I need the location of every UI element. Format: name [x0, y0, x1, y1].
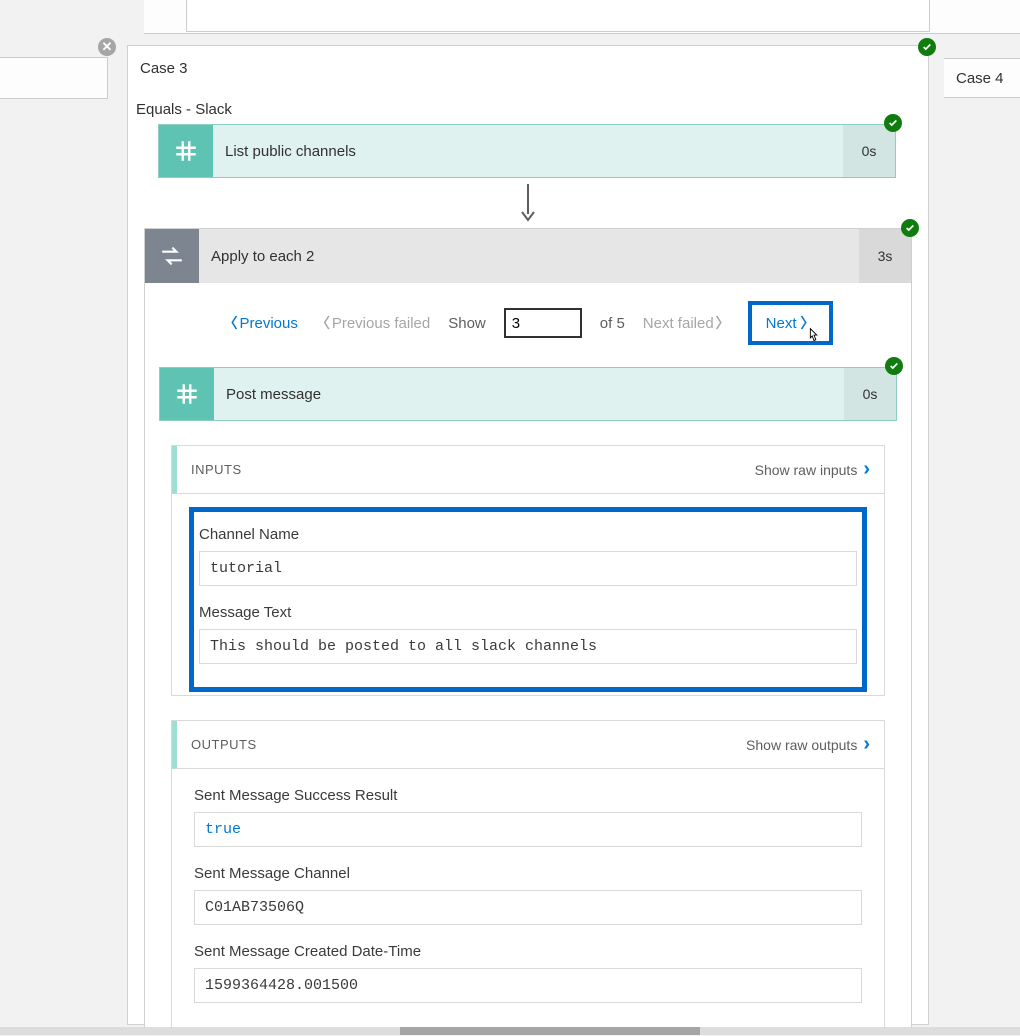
chevron-left-icon: 〈	[223, 313, 237, 333]
case-left-partial[interactable]	[0, 57, 108, 99]
created-time-value: 1599364428.001500	[194, 968, 862, 1003]
sent-channel-value: C01AB73506Q	[194, 890, 862, 925]
status-success-icon	[884, 114, 902, 132]
case-4-label: Case 4	[956, 70, 1004, 87]
inputs-highlight-box: Channel Name tutorial Message Text This …	[189, 507, 867, 692]
outputs-header: OUTPUTS Show raw outputs ›	[172, 721, 884, 769]
case-title: Case 3	[128, 46, 928, 77]
scrollbar-thumb[interactable]	[400, 1027, 700, 1035]
inputs-header: INPUTS Show raw inputs ›	[172, 446, 884, 494]
chevron-right-icon: ›	[863, 733, 870, 756]
top-strip	[144, 0, 1020, 34]
loop-icon	[145, 229, 199, 283]
success-result-label: Sent Message Success Result	[194, 787, 862, 804]
show-raw-inputs-link[interactable]: Show raw inputs ›	[755, 458, 870, 481]
apply-to-each-block: Apply to each 2 3s 〈 Previous 〈 Previous…	[144, 228, 912, 1031]
cursor-pointer-icon	[803, 325, 825, 347]
apply-to-each-header[interactable]: Apply to each 2 3s	[145, 229, 911, 283]
previous-failed-button[interactable]: 〈 Previous failed	[316, 313, 430, 333]
loop-pager: 〈 Previous 〈 Previous failed Show of 5 N…	[145, 283, 911, 367]
next-button[interactable]: Next 〉	[748, 301, 833, 345]
status-success-icon	[901, 219, 919, 237]
status-success-icon	[918, 38, 936, 56]
horizontal-scrollbar[interactable]	[0, 1027, 1020, 1035]
slack-icon	[159, 125, 213, 177]
success-result-field: Sent Message Success Result true	[194, 787, 862, 847]
chevron-left-icon: 〈	[316, 313, 330, 333]
slack-icon	[160, 368, 214, 420]
next-failed-button[interactable]: Next failed 〉	[643, 313, 730, 333]
show-raw-outputs-link[interactable]: Show raw outputs ›	[746, 733, 870, 756]
message-text-value: This should be posted to all slack chann…	[199, 629, 857, 664]
apply-to-each-duration: 3s	[859, 229, 911, 283]
post-message-action[interactable]: Post message 0s	[159, 367, 897, 421]
case-condition: Equals - Slack	[128, 77, 928, 124]
status-success-icon	[885, 357, 903, 375]
of-label: of 5	[600, 315, 625, 332]
show-label: Show	[448, 315, 486, 332]
list-channels-label: List public channels	[213, 125, 843, 177]
success-result-value: true	[194, 812, 862, 847]
close-icon[interactable]: ✕	[98, 38, 116, 56]
post-message-label: Post message	[214, 368, 844, 420]
connector-arrow-icon	[128, 178, 928, 228]
sent-channel-label: Sent Message Channel	[194, 865, 862, 882]
channel-name-value: tutorial	[199, 551, 857, 586]
post-message-duration: 0s	[844, 368, 896, 420]
channel-name-field: Channel Name tutorial	[199, 526, 857, 586]
inputs-section: INPUTS Show raw inputs › Channel Name tu…	[171, 445, 885, 696]
page-input[interactable]	[504, 308, 582, 338]
apply-to-each-label: Apply to each 2	[199, 229, 859, 283]
chevron-right-icon: ›	[863, 458, 870, 481]
outputs-title: OUTPUTS	[191, 737, 257, 752]
created-time-field: Sent Message Created Date-Time 159936442…	[194, 943, 862, 1003]
message-text-field: Message Text This should be posted to al…	[199, 604, 857, 664]
outputs-section: OUTPUTS Show raw outputs › Sent Message …	[171, 720, 885, 1030]
case-right-partial[interactable]: Case 4	[944, 58, 1020, 98]
inputs-title: INPUTS	[191, 462, 242, 477]
sent-channel-field: Sent Message Channel C01AB73506Q	[194, 865, 862, 925]
message-text-label: Message Text	[199, 604, 857, 621]
list-channels-action[interactable]: List public channels 0s	[158, 124, 896, 178]
top-strip-inner	[186, 0, 930, 32]
case-panel: Case 3 Equals - Slack List public channe…	[127, 45, 929, 1025]
chevron-right-icon: 〉	[716, 313, 730, 333]
list-channels-duration: 0s	[843, 125, 895, 177]
previous-button[interactable]: 〈 Previous	[223, 313, 297, 333]
channel-name-label: Channel Name	[199, 526, 857, 543]
created-time-label: Sent Message Created Date-Time	[194, 943, 862, 960]
